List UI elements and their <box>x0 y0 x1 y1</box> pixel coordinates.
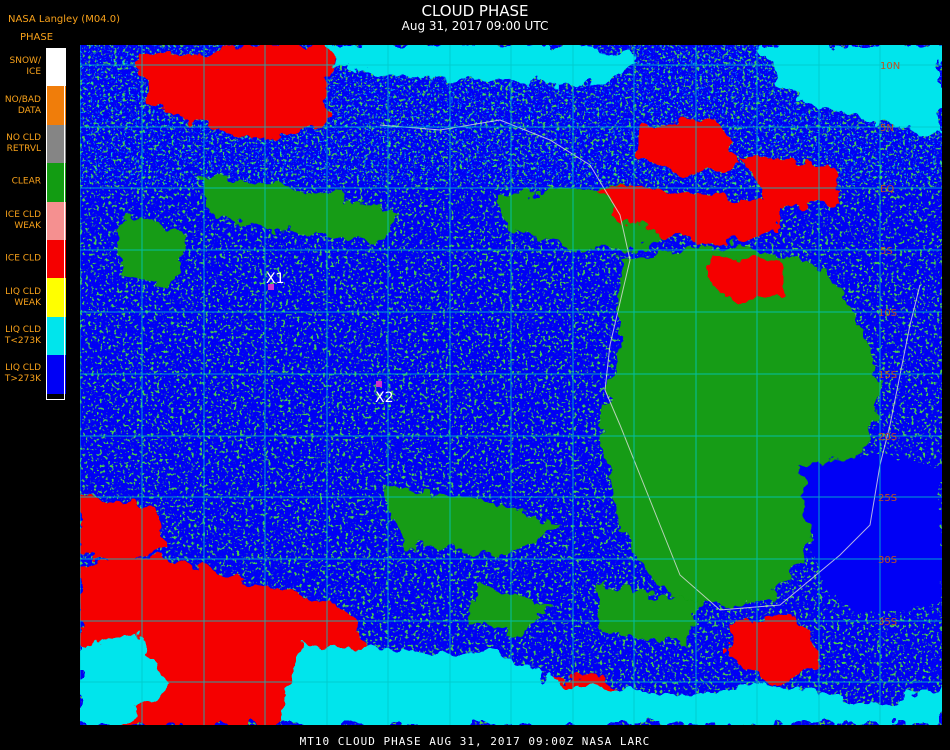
legend-item-clear: CLEAR <box>0 163 66 202</box>
legend-item-ice-cld-weak: ICE CLD WEAK <box>0 201 66 240</box>
grid-label: 35S <box>878 617 897 628</box>
legend-swatch <box>47 86 66 125</box>
grid-label: 30S <box>878 555 897 566</box>
marker-x2-point <box>376 381 382 387</box>
grid-label: 25S <box>878 493 897 504</box>
grid-label: 10N <box>880 61 900 72</box>
legend-item-no-bad-data: NO/BAD DATA <box>0 86 66 125</box>
legend-swatch <box>47 163 66 202</box>
legend-swatch <box>47 355 66 394</box>
legend-label: ICE CLD <box>5 253 41 264</box>
page-title: CLOUD PHASE <box>421 2 529 20</box>
legend-swatch <box>47 278 66 317</box>
legend-swatch <box>47 124 66 164</box>
marker-x2-label: X2 <box>375 390 394 406</box>
legend-label: NO/BAD DATA <box>4 94 41 116</box>
legend-label: LIQ CLD WEAK <box>5 286 41 308</box>
legend-label: SNOW/ ICE <box>9 56 41 78</box>
footer-caption: MT10 CLOUD PHASE AUG 31, 2017 09:00Z NAS… <box>299 735 651 748</box>
legend-swatch <box>47 316 66 356</box>
grid-label: 10S <box>878 308 897 319</box>
grid-label: 5S <box>880 246 893 257</box>
legend-label: NO CLD RETRVL <box>6 132 41 154</box>
marker-x1-label: X1 <box>266 271 285 287</box>
legend-swatch <box>47 201 66 240</box>
grid-label: 15S <box>878 370 897 381</box>
grid-label: 5N <box>880 123 894 134</box>
legend-item-liq-cld-weak: LIQ CLD WEAK <box>0 278 66 317</box>
legend-swatch <box>47 48 66 87</box>
legend-label: ICE CLD WEAK <box>5 209 41 231</box>
legend-item-no-cld-retrvl: NO CLD RETRVL <box>0 124 66 164</box>
legend-title: PHASE <box>20 32 54 43</box>
timestamp-subtitle: Aug 31, 2017 09:00 UTC <box>401 19 549 33</box>
legend-item-snow-ice: SNOW/ ICE <box>0 48 66 87</box>
grid-label: EQ <box>880 184 894 195</box>
legend-item-liq-cld-cold: LIQ CLD T<273K <box>0 316 66 356</box>
legend-label: LIQ CLD T<273K <box>4 324 41 346</box>
legend-swatch <box>47 240 66 279</box>
legend-label: LIQ CLD T>273K <box>4 363 41 385</box>
legend-label: CLEAR <box>11 176 41 187</box>
legend-item-liq-cld-warm: LIQ CLD T>273K <box>0 355 66 394</box>
cloud-phase-map: 10N 5N EQ 5S 10S 15S 20S 25S 30S 35S X1 … <box>80 45 942 725</box>
legend-item-ice-cld: ICE CLD <box>0 240 66 279</box>
grid-label: 20S <box>878 432 897 443</box>
